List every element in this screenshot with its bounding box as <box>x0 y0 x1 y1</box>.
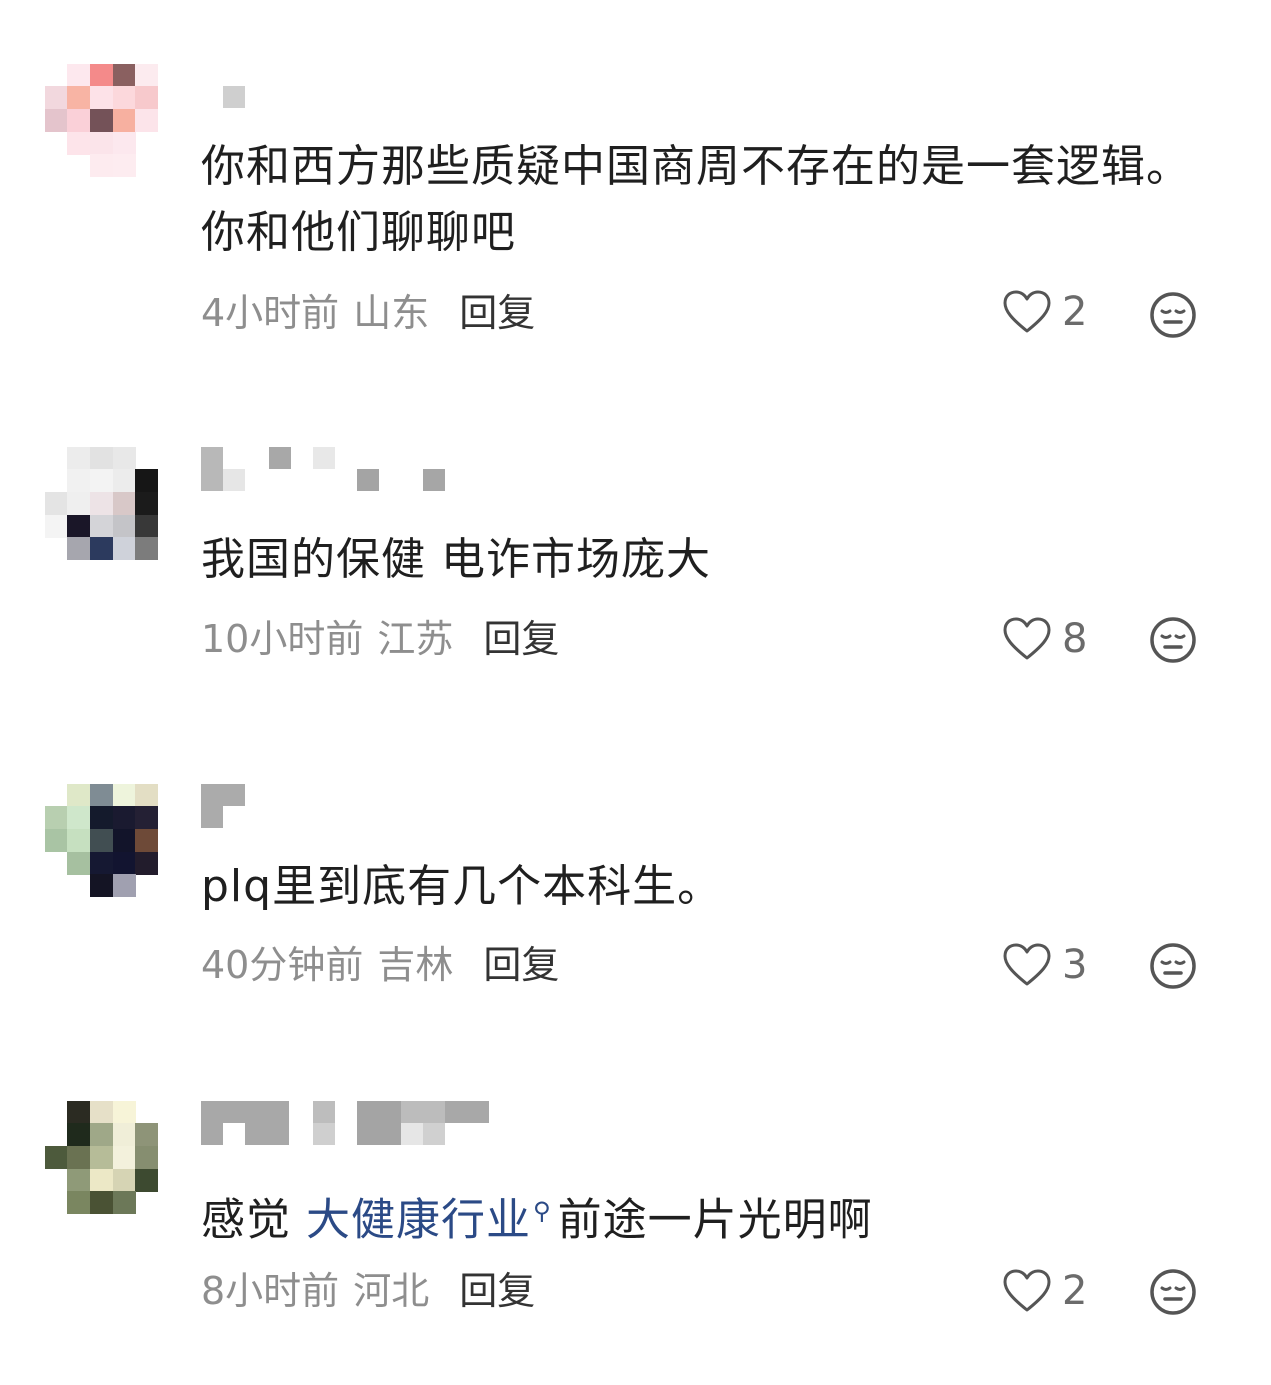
like-count: 3 <box>1062 942 1088 988</box>
username-redacted[interactable] <box>201 447 501 507</box>
comment-text: 感觉 大健康行业⚲ 前途一片光明啊 <box>201 1178 1201 1254</box>
like-button[interactable]: 2 <box>1002 1263 1102 1319</box>
like-button[interactable]: 8 <box>1002 611 1102 667</box>
comment-location: 河北 <box>353 1269 430 1313</box>
heart-outline-icon <box>1003 617 1051 660</box>
neutral-face-icon[interactable] <box>1148 290 1198 340</box>
comment-text: plq里到底有几个本科生。 <box>201 861 723 912</box>
like-count: 2 <box>1062 289 1088 335</box>
neutral-face-icon[interactable] <box>1148 941 1198 991</box>
neutral-face-icon[interactable] <box>1148 1267 1198 1317</box>
comment-location: 江苏 <box>377 617 454 661</box>
avatar[interactable] <box>45 1101 158 1214</box>
reply-button[interactable]: 回复 <box>483 617 559 661</box>
comment-text: 我国的保健 电诈市场庞大 <box>201 534 711 585</box>
comment-meta: 4小时前 山东 回复 <box>201 288 535 338</box>
like-button[interactable]: 3 <box>1002 937 1102 993</box>
username-redacted[interactable] <box>201 1101 501 1161</box>
like-count: 8 <box>1062 616 1088 662</box>
comment-meta: 40分钟前 吉林 回复 <box>201 940 559 990</box>
heart-outline-icon <box>1003 1269 1051 1312</box>
search-icon[interactable]: ⚲ <box>533 1197 552 1225</box>
heart-outline-icon <box>1003 290 1051 333</box>
neutral-face-icon[interactable] <box>1148 615 1198 665</box>
comment-text: 你和西方那些质疑中国商周不存在的是一套逻辑。你和他们聊聊吧 <box>201 141 1191 258</box>
comment-location: 吉林 <box>377 943 454 987</box>
topic-link[interactable]: 大健康行业 <box>306 1195 531 1246</box>
comment-text-after: 前途一片光明啊 <box>557 1194 873 1246</box>
comment-time: 10小时前 <box>201 617 364 661</box>
avatar[interactable] <box>45 64 158 177</box>
comment-location: 山东 <box>353 291 430 335</box>
like-button[interactable]: 2 <box>1002 284 1102 340</box>
like-count: 2 <box>1062 1268 1088 1314</box>
comment-meta: 10小时前 江苏 回复 <box>201 614 559 664</box>
comment-time: 8小时前 <box>201 1269 340 1313</box>
reply-button[interactable]: 回复 <box>459 291 535 335</box>
reply-button[interactable]: 回复 <box>459 1269 535 1313</box>
username-redacted[interactable] <box>201 784 501 844</box>
comment-time: 40分钟前 <box>201 943 364 987</box>
avatar[interactable] <box>45 784 158 897</box>
comment-time: 4小时前 <box>201 291 340 335</box>
username-redacted[interactable] <box>201 64 501 124</box>
reply-button[interactable]: 回复 <box>483 943 559 987</box>
comment-meta: 8小时前 河北 回复 <box>201 1266 535 1316</box>
heart-outline-icon <box>1003 943 1051 986</box>
comment-text-before: 感觉 <box>201 1194 306 1246</box>
avatar[interactable] <box>45 447 158 560</box>
